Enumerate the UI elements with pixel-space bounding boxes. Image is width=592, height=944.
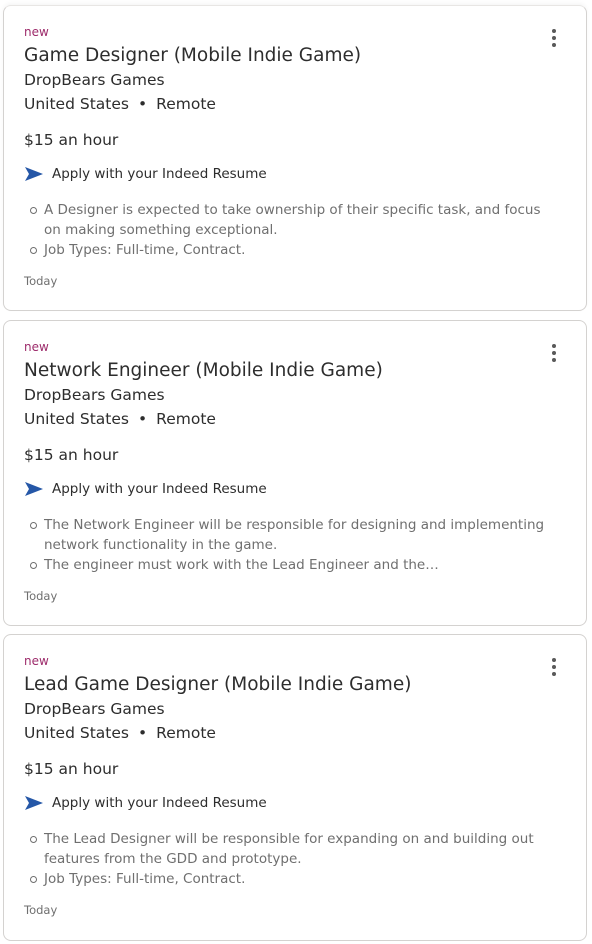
location-remote: Remote	[156, 95, 216, 113]
snippet-item: The Network Engineer will be responsible…	[24, 515, 554, 555]
bullet-icon	[30, 247, 37, 254]
snippet-item: Job Types: Full-time, Contract.	[24, 240, 554, 260]
more-vertical-icon	[552, 29, 556, 33]
company-name: DropBears Games	[24, 700, 165, 718]
more-vertical-icon	[552, 658, 556, 662]
location-separator: •	[137, 95, 148, 113]
company-name: DropBears Games	[24, 71, 165, 89]
post-date: Today	[24, 589, 58, 603]
bullet-icon	[30, 836, 37, 843]
job-location: United States • Remote	[24, 94, 216, 114]
job-title[interactable]: Network Engineer (Mobile Indie Game)	[24, 359, 383, 383]
salary: $15 an hour	[24, 446, 119, 464]
job-snippet: The Network Engineer will be responsible…	[24, 515, 554, 575]
job-results-list: new Game Designer (Mobile Indie Game) Dr…	[0, 0, 592, 944]
bullet-icon	[30, 522, 37, 529]
location-remote: Remote	[156, 410, 216, 428]
location-country: United States	[24, 95, 129, 113]
job-location: United States • Remote	[24, 409, 216, 429]
more-vertical-icon-dot	[552, 351, 556, 355]
salary: $15 an hour	[24, 131, 119, 149]
send-arrow-icon	[25, 482, 43, 496]
easy-apply: Apply with your Indeed Resume	[24, 793, 267, 813]
job-title[interactable]: Game Designer (Mobile Indie Game)	[24, 44, 361, 68]
snippet-item: The engineer must work with the Lead Eng…	[24, 555, 554, 575]
job-card[interactable]: new Game Designer (Mobile Indie Game) Dr…	[3, 5, 587, 311]
more-options-button[interactable]	[542, 26, 566, 50]
more-vertical-icon-dot	[552, 358, 556, 362]
apply-label: Apply with your Indeed Resume	[52, 481, 267, 497]
salary: $15 an hour	[24, 760, 119, 778]
snippet-item: The Lead Designer will be responsible fo…	[24, 829, 554, 869]
snippet-text: The Network Engineer will be responsible…	[44, 517, 545, 553]
snippet-text: The engineer must work with the Lead Eng…	[44, 557, 439, 573]
job-snippet: A Designer is expected to take ownership…	[24, 200, 554, 260]
job-card[interactable]: new Network Engineer (Mobile Indie Game)…	[3, 320, 587, 626]
job-title[interactable]: Lead Game Designer (Mobile Indie Game)	[24, 673, 411, 697]
bullet-icon	[30, 876, 37, 883]
location-separator: •	[137, 410, 148, 428]
snippet-text: A Designer is expected to take ownership…	[44, 202, 541, 238]
more-vertical-icon-dot	[552, 672, 556, 676]
location-remote: Remote	[156, 724, 216, 742]
job-location: United States • Remote	[24, 723, 216, 743]
new-badge: new	[24, 340, 49, 354]
apply-label: Apply with your Indeed Resume	[52, 166, 267, 182]
new-badge: new	[24, 654, 49, 668]
snippet-item: Job Types: Full-time, Contract.	[24, 869, 554, 889]
snippet-text: Job Types: Full-time, Contract.	[44, 242, 246, 258]
send-arrow-icon	[25, 167, 43, 181]
bullet-icon	[30, 207, 37, 214]
more-options-button[interactable]	[542, 341, 566, 365]
easy-apply: Apply with your Indeed Resume	[24, 164, 267, 184]
new-badge: new	[24, 25, 49, 39]
snippet-item: A Designer is expected to take ownership…	[24, 200, 554, 240]
location-country: United States	[24, 724, 129, 742]
more-vertical-icon-dot	[552, 43, 556, 47]
apply-label: Apply with your Indeed Resume	[52, 795, 267, 811]
post-date: Today	[24, 274, 58, 288]
easy-apply: Apply with your Indeed Resume	[24, 479, 267, 499]
job-snippet: The Lead Designer will be responsible fo…	[24, 829, 554, 889]
snippet-text: The Lead Designer will be responsible fo…	[44, 831, 534, 867]
send-arrow-icon	[25, 796, 43, 810]
post-date: Today	[24, 903, 58, 917]
company-name: DropBears Games	[24, 386, 165, 404]
more-options-button[interactable]	[542, 655, 566, 679]
more-vertical-icon-dot	[552, 36, 556, 40]
more-vertical-icon	[552, 344, 556, 348]
snippet-text: Job Types: Full-time, Contract.	[44, 871, 246, 887]
job-card[interactable]: new Lead Game Designer (Mobile Indie Gam…	[3, 634, 587, 941]
bullet-icon	[30, 562, 37, 569]
more-vertical-icon-dot	[552, 665, 556, 669]
location-separator: •	[137, 724, 148, 742]
location-country: United States	[24, 410, 129, 428]
